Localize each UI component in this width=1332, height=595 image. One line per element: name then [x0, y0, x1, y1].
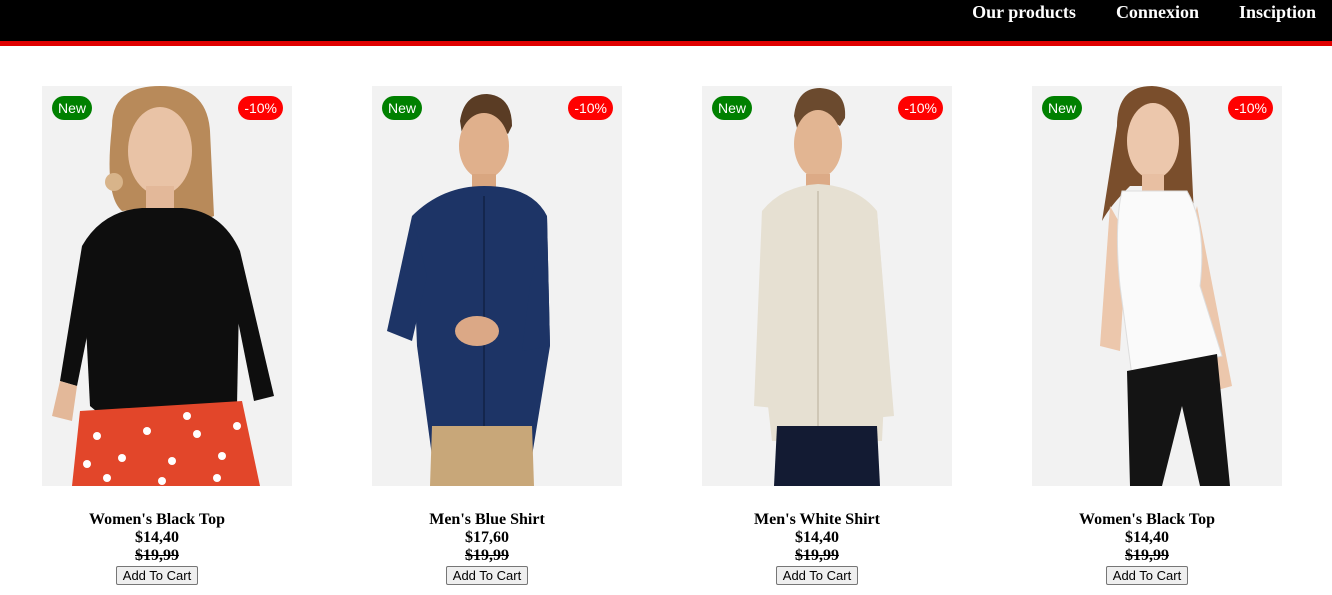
- badge-new: New: [382, 96, 423, 120]
- badge-discount: -10%: [568, 96, 613, 120]
- nav-link-inscription[interactable]: Insciption: [1239, 2, 1316, 22]
- product-old-price: $19,99: [1125, 547, 1169, 564]
- product-image[interactable]: New -10%: [372, 86, 622, 486]
- product-price: $17,60: [465, 529, 509, 546]
- product-price: $14,40: [795, 529, 839, 546]
- badge-discount: -10%: [238, 96, 283, 120]
- product-card: New -10% Women's Black Top $14,40 $19,99…: [1032, 86, 1282, 585]
- badge-discount: -10%: [1228, 96, 1273, 120]
- product-image[interactable]: New -10%: [1032, 86, 1282, 486]
- add-to-cart-button[interactable]: Add To Cart: [445, 566, 529, 585]
- product-info: Women's Black Top $14,40 $19,99 Add To C…: [1032, 511, 1262, 585]
- product-name: Women's Black Top: [1078, 511, 1216, 528]
- top-navigation-bar: Our products Connexion Insciption: [0, 0, 1332, 46]
- product-card: New -10% Men's Blue Shirt $17,60 $19,99 …: [372, 86, 622, 585]
- product-info: Men's Blue Shirt $17,60 $19,99 Add To Ca…: [372, 511, 602, 585]
- badge-new: New: [1042, 96, 1083, 120]
- product-card: New -10% Women's Black Top $14,40 $19,99…: [42, 86, 292, 585]
- add-to-cart-button[interactable]: Add To Cart: [775, 566, 859, 585]
- add-to-cart-button[interactable]: Add To Cart: [1105, 566, 1189, 585]
- badge-new: New: [52, 96, 93, 120]
- product-photo-man-white-shirt: [702, 86, 952, 486]
- product-price: $14,40: [135, 529, 179, 546]
- main-nav: Our products Connexion Insciption: [972, 2, 1316, 22]
- product-photo-woman-black-top: [42, 86, 292, 486]
- product-image[interactable]: New -10%: [42, 86, 292, 486]
- nav-link-connexion[interactable]: Connexion: [1116, 2, 1199, 22]
- product-price: $14,40: [1125, 529, 1169, 546]
- product-name: Men's Blue Shirt: [429, 511, 545, 528]
- product-info: Men's White Shirt $14,40 $19,99 Add To C…: [702, 511, 932, 585]
- product-name: Men's White Shirt: [754, 511, 880, 528]
- product-old-price: $19,99: [465, 547, 509, 564]
- product-card: New -10% Men's White Shirt $14,40 $19,99…: [702, 86, 952, 585]
- product-old-price: $19,99: [135, 547, 179, 564]
- badge-new: New: [712, 96, 753, 120]
- nav-link-our-products[interactable]: Our products: [972, 2, 1076, 22]
- product-photo-man-blue-shirt: [372, 86, 622, 486]
- add-to-cart-button[interactable]: Add To Cart: [115, 566, 199, 585]
- badge-discount: -10%: [898, 96, 943, 120]
- product-image[interactable]: New -10%: [702, 86, 952, 486]
- product-old-price: $19,99: [795, 547, 839, 564]
- product-photo-woman-white-top: [1032, 86, 1282, 486]
- product-info: Women's Black Top $14,40 $19,99 Add To C…: [42, 511, 272, 585]
- product-name: Women's Black Top: [88, 511, 226, 528]
